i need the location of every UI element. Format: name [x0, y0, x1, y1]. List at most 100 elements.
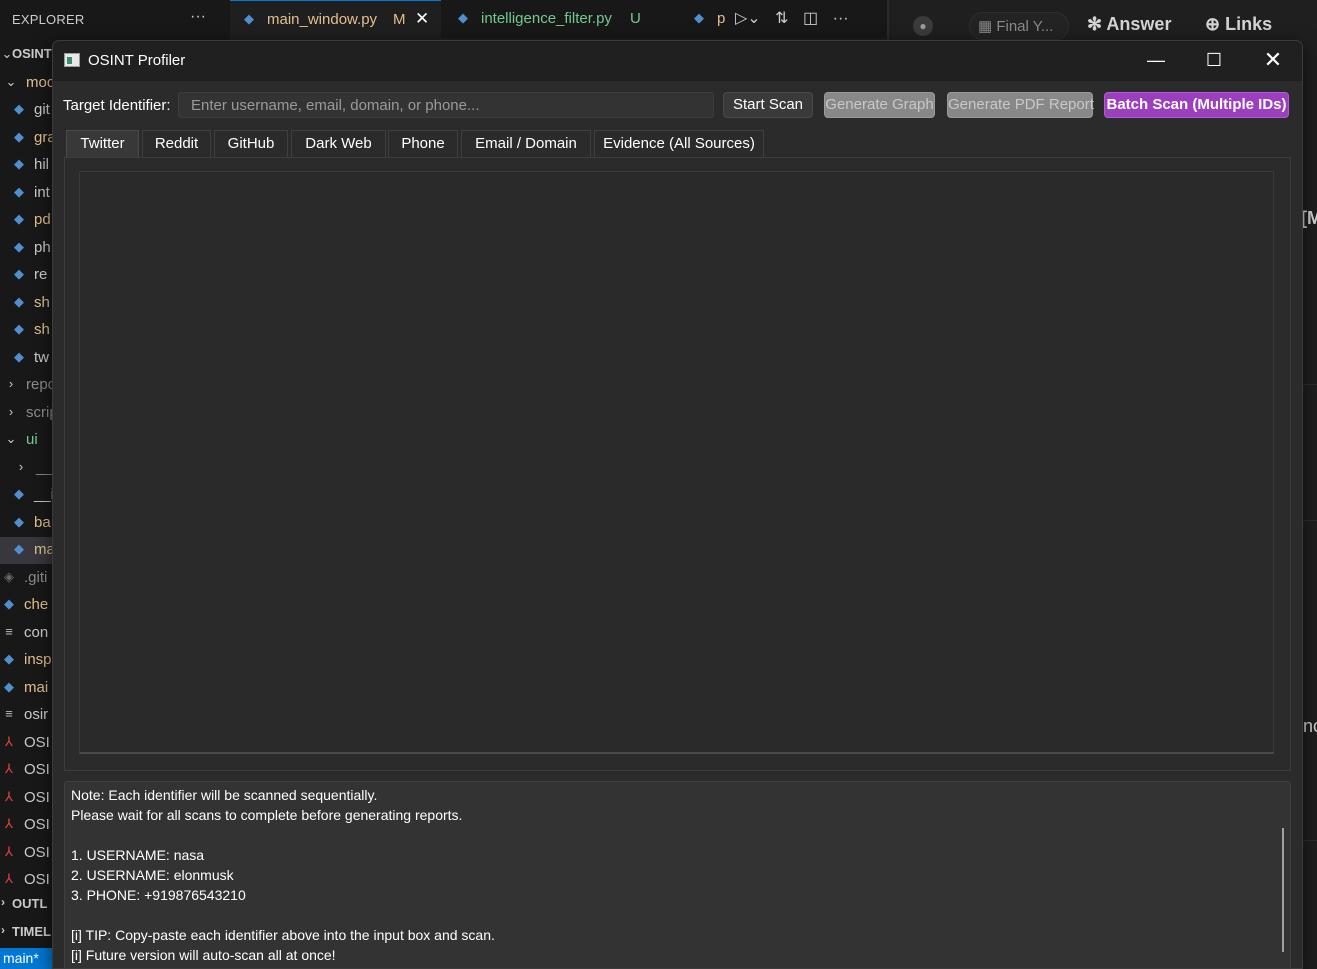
window-titlebar[interactable]: OSINT Profiler — ☐ ✕ [53, 41, 1302, 81]
tab-dark-web[interactable]: Dark Web [291, 130, 386, 157]
answer-tab[interactable]: ✻ Answer [1087, 14, 1171, 35]
git-icon: ◈ [4, 568, 14, 584]
tree-item[interactable]: ◆ tw [0, 345, 60, 372]
python-file-icon: ◆ [14, 156, 24, 171]
target-identifier-label: Target Identifier: [63, 97, 171, 114]
tree-item-label: con [24, 623, 49, 641]
scan-log-output[interactable]: Note: Each identifier will be scanned se… [64, 781, 1291, 968]
globe-icon: ⊕ [1205, 14, 1226, 34]
links-tab[interactable]: ⊕ Links [1205, 14, 1272, 35]
log-line: Note: Each identifier will be scanned se… [71, 787, 378, 803]
tab-twitter[interactable]: Twitter [66, 130, 139, 157]
tab-content-panel [64, 157, 1291, 771]
tree-item[interactable]: ⅄ OSI [0, 757, 60, 784]
tree-item-label: pd [34, 211, 51, 228]
timeline-label: TIMEL [12, 924, 51, 939]
tab-reddit[interactable]: Reddit [142, 130, 211, 157]
untracked-badge: U [630, 10, 641, 27]
tree-item-label: ph [34, 238, 51, 256]
user-avatar-icon[interactable]: ● [913, 16, 933, 36]
tree-item[interactable]: ◈ .giti [0, 565, 60, 592]
editor-tab-intelligence-filter[interactable]: ◆ intelligence_filter.py U [441, 0, 674, 38]
tree-item[interactable]: ⅄ OSI [0, 812, 60, 839]
right-pane-text-fragment: [M [1301, 208, 1317, 228]
python-file-icon: ◆ [14, 293, 24, 309]
tree-item[interactable]: ◆ git [0, 97, 60, 124]
tree-item-label: re [34, 266, 48, 283]
tree-item[interactable]: ⅄ OSI [0, 840, 60, 867]
pdf-file-icon: ⅄ [5, 843, 13, 859]
tree-item-label: OSI [24, 843, 50, 861]
tree-item[interactable]: › __p [0, 455, 60, 482]
tab-evidence-all-sources[interactable]: Evidence (All Sources) [594, 130, 764, 157]
python-file-icon: ◆ [14, 266, 24, 281]
tree-item[interactable]: ◆ sh [0, 290, 60, 317]
close-tab-icon[interactable]: ✕ [415, 9, 429, 29]
tree-item[interactable]: ◆ ma [0, 537, 60, 564]
tree-item-label: sh [34, 321, 50, 338]
tree-item-label: OSINT [12, 46, 52, 61]
tree-item[interactable]: ⅄ OSI [0, 785, 60, 812]
tree-item[interactable]: ≡ osir [0, 702, 60, 729]
tree-item[interactable]: ◆ mai [0, 675, 60, 702]
tree-item[interactable]: ◆ sh [0, 317, 60, 344]
log-line: Please wait for all scans to complete be… [71, 807, 463, 823]
more-actions-icon[interactable]: ··· [833, 10, 849, 28]
close-button[interactable]: ✕ [1244, 41, 1302, 81]
outline-label: OUTL [12, 896, 48, 911]
maximize-button[interactable]: ☐ [1185, 41, 1243, 81]
tree-item[interactable]: ⅄ OSI [0, 730, 60, 757]
tree-item[interactable]: ◆ che [0, 592, 60, 619]
links-label: Links [1225, 14, 1273, 34]
tree-item[interactable]: ⌄ OSINT [0, 42, 60, 69]
explorer-title: EXPLORER [12, 12, 85, 27]
tree-item[interactable]: ⅄ OSI [0, 867, 60, 894]
editor-tab-main-window[interactable]: ◆ main_window.py M ✕ [230, 0, 441, 38]
explorer-more-actions-icon[interactable]: ··· [190, 8, 206, 26]
tree-item[interactable]: ◆ gra [0, 125, 60, 152]
tree-item[interactable]: ◆ __i [0, 482, 60, 509]
log-line: [i] Future version will auto-scan all at… [71, 947, 336, 963]
batch-scan-button[interactable]: Batch Scan (Multiple IDs) [1104, 92, 1289, 118]
minimize-button[interactable]: — [1127, 41, 1185, 81]
tree-item[interactable]: ◆ hil [0, 152, 60, 179]
scan-log-text: Note: Each identifier will be scanned se… [71, 785, 495, 965]
log-scrollbar[interactable] [1282, 828, 1284, 952]
outline-section-header[interactable]: › OUTL [0, 891, 60, 917]
source-control-compare-icon[interactable]: ⇅ [775, 8, 788, 28]
run-icon[interactable]: ▷⌄ [735, 8, 761, 28]
thread-chip-label: Final Y... [996, 18, 1054, 35]
tree-item[interactable]: › scrip [0, 400, 60, 427]
tree-item[interactable]: ⌄ moc [0, 70, 60, 97]
tree-item[interactable]: ◆ insp [0, 647, 60, 674]
tree-item[interactable]: ⌄ ui [0, 427, 60, 454]
tree-item[interactable]: ◆ re [0, 262, 60, 289]
tree-item[interactable]: ◆ ph [0, 235, 60, 262]
target-identifier-input[interactable] [178, 92, 714, 118]
generate-pdf-report-button[interactable]: Generate PDF Report [947, 92, 1094, 118]
tab-email-domain[interactable]: Email / Domain [461, 130, 591, 157]
pdf-file-icon: ⅄ [5, 788, 13, 804]
chevron-down-icon: ⌄ [5, 73, 17, 89]
tree-item[interactable]: ◆ int [0, 180, 60, 207]
thread-chip[interactable]: ▦ Final Y... [969, 12, 1069, 40]
tree-item-label: OSI [24, 733, 50, 751]
tree-item[interactable]: ◆ pd [0, 207, 60, 234]
python-file-icon: ◆ [14, 183, 24, 199]
timeline-section-header[interactable]: › TIMEL [0, 919, 60, 945]
tree-item[interactable]: ◆ ba [0, 510, 60, 537]
status-bar-branch[interactable]: main* [0, 948, 60, 969]
editor-tab-partial[interactable]: ◆ p [674, 0, 734, 38]
tree-item[interactable]: › repo [0, 372, 60, 399]
editor-tab-label: main_window.py [267, 11, 378, 28]
twitter-results-area[interactable] [79, 171, 1274, 754]
start-scan-button[interactable]: Start Scan [723, 92, 813, 118]
tree-item-label: ui [26, 431, 38, 448]
tab-phone[interactable]: Phone [388, 130, 458, 157]
tree-item[interactable]: ≡ con [0, 620, 60, 647]
tab-github[interactable]: GitHub [214, 130, 288, 157]
split-editor-icon[interactable]: ◫ [803, 8, 818, 28]
editor-actions: ▷⌄ ⇅ ◫ ··· [735, 8, 859, 28]
generate-graph-button[interactable]: Generate Graph [824, 92, 935, 118]
